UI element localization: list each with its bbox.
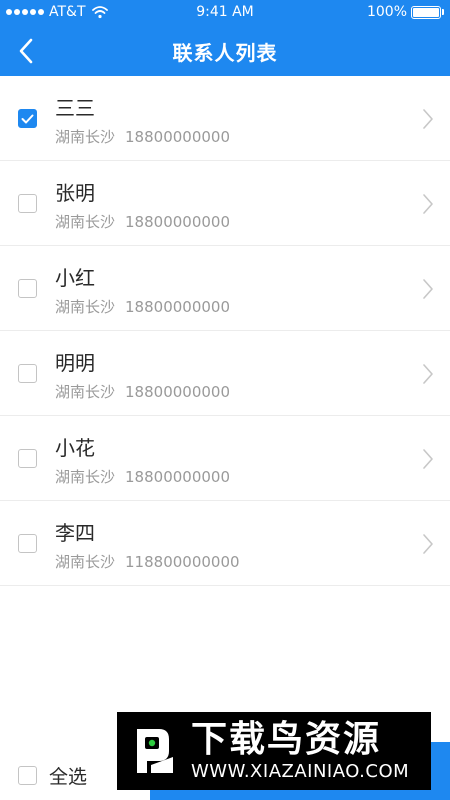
status-right: 100% bbox=[367, 4, 444, 20]
select-all-toggle[interactable]: 全选 bbox=[18, 762, 87, 789]
chevron-right-icon bbox=[423, 109, 433, 129]
watermark-url: WWW.XIAZAINIAO.COM bbox=[191, 761, 410, 782]
page-title: 联系人列表 bbox=[172, 41, 278, 65]
watermark-text: 下载鸟资源 WWW.XIAZAINIAO.COM bbox=[191, 719, 409, 783]
contact-detail: 湖南长沙 18800000000 bbox=[55, 296, 230, 317]
contact-name: 小红 bbox=[55, 266, 95, 290]
contact-location: 湖南长沙 bbox=[55, 553, 116, 571]
contact-checkbox[interactable] bbox=[18, 109, 37, 128]
contact-detail: 湖南长沙 18800000000 bbox=[55, 126, 230, 147]
contact-checkbox[interactable] bbox=[18, 364, 37, 383]
contact-name: 小花 bbox=[55, 436, 95, 460]
contact-detail: 湖南长沙 118800000000 bbox=[55, 551, 240, 572]
chevron-right-icon bbox=[423, 449, 433, 469]
contact-phone: 18800000000 bbox=[125, 128, 230, 146]
chevron-right-icon bbox=[423, 534, 433, 554]
contact-row[interactable]: 李四 湖南长沙 118800000000 bbox=[0, 501, 450, 586]
chevron-right-icon bbox=[423, 364, 433, 384]
nav-bar: 联系人列表 bbox=[0, 26, 450, 76]
contact-location: 湖南长沙 bbox=[55, 468, 116, 486]
contact-phone: 18800000000 bbox=[125, 383, 230, 401]
contact-row[interactable]: 明明 湖南长沙 18800000000 bbox=[0, 331, 450, 416]
watermark-banner: 下载鸟资源 WWW.XIAZAINIAO.COM bbox=[117, 712, 431, 790]
contact-detail: 湖南长沙 18800000000 bbox=[55, 466, 230, 487]
contact-location: 湖南长沙 bbox=[55, 298, 116, 316]
select-all-label: 全选 bbox=[49, 766, 88, 788]
contact-phone: 18800000000 bbox=[125, 213, 230, 231]
battery-percent: 100% bbox=[366, 4, 407, 20]
contact-phone: 18800000000 bbox=[125, 298, 230, 316]
contact-name: 李四 bbox=[55, 521, 95, 545]
contact-detail: 湖南长沙 18800000000 bbox=[55, 381, 230, 402]
status-bar: AT&T 9:41 AM 100% bbox=[0, 0, 450, 26]
contact-location: 湖南长沙 bbox=[55, 383, 116, 401]
battery-icon bbox=[411, 5, 441, 19]
contact-row[interactable]: 三三 湖南长沙 18800000000 bbox=[0, 76, 450, 161]
contact-name: 明明 bbox=[55, 351, 95, 375]
watermark-title: 下载鸟资源 bbox=[191, 719, 382, 760]
contact-row[interactable]: 小红 湖南长沙 18800000000 bbox=[0, 246, 450, 331]
contact-phone: 18800000000 bbox=[125, 468, 230, 486]
select-all-checkbox[interactable] bbox=[18, 766, 37, 785]
contact-checkbox[interactable] bbox=[18, 449, 37, 468]
contact-location: 湖南长沙 bbox=[55, 213, 116, 231]
contact-name: 三三 bbox=[55, 96, 95, 120]
contact-row[interactable]: 张明 湖南长沙 18800000000 bbox=[0, 161, 450, 246]
contact-phone: 118800000000 bbox=[125, 553, 240, 571]
chevron-right-icon bbox=[423, 194, 433, 214]
check-icon bbox=[21, 114, 34, 123]
contact-checkbox[interactable] bbox=[18, 194, 37, 213]
contact-list: 三三 湖南长沙 18800000000 张明 湖南长沙 18800000000 小红… bbox=[0, 76, 450, 586]
contact-location: 湖南长沙 bbox=[55, 128, 116, 146]
chevron-right-icon bbox=[423, 279, 433, 299]
contact-checkbox[interactable] bbox=[18, 279, 37, 298]
contact-row[interactable]: 小花 湖南长沙 18800000000 bbox=[0, 416, 450, 501]
contact-name: 张明 bbox=[55, 181, 95, 205]
contact-checkbox[interactable] bbox=[18, 534, 37, 553]
contact-detail: 湖南长沙 18800000000 bbox=[55, 211, 230, 232]
bird-logo-icon bbox=[137, 729, 173, 773]
battery-tip bbox=[442, 9, 444, 15]
